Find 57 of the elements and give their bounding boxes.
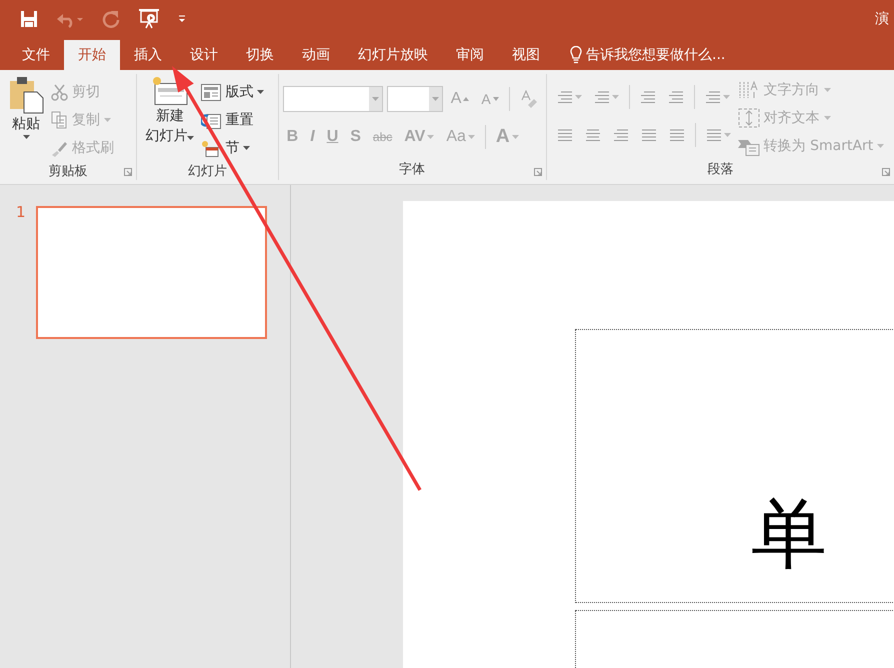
- layout-icon: [201, 84, 222, 100]
- copy-icon: [51, 111, 68, 129]
- lightbulb-icon: [570, 46, 582, 64]
- columns-icon[interactable]: [706, 128, 722, 142]
- caret-icon: [574, 95, 582, 99]
- font-size-field[interactable]: [387, 86, 443, 112]
- paintbrush-icon: [51, 140, 68, 156]
- ribbon-tab[interactable]: 文件: [8, 40, 64, 70]
- scissors-icon: [51, 84, 68, 100]
- down-caret-icon: [492, 97, 499, 101]
- redo-icon[interactable]: [100, 8, 122, 30]
- slide-command[interactable]: 版式: [198, 78, 268, 106]
- justify-icon[interactable]: [640, 128, 657, 142]
- align-center-icon[interactable]: [584, 128, 601, 142]
- customize-icon[interactable]: [176, 13, 188, 25]
- clipboard-icon: [8, 76, 44, 114]
- group-label: 幻灯片: [188, 163, 227, 180]
- group-label: 字体: [399, 161, 426, 178]
- window-title: 演: [875, 10, 890, 28]
- group-label: 段落: [707, 161, 734, 178]
- caret-icon: [187, 136, 194, 140]
- distribute-icon[interactable]: [668, 128, 685, 142]
- ribbon-tab[interactable]: 插入: [120, 40, 176, 70]
- new-slide-icon: [150, 76, 189, 106]
- presentation-icon[interactable]: [136, 7, 162, 31]
- font-name-field[interactable]: [282, 86, 384, 112]
- slide-number: 1: [16, 203, 26, 221]
- slide-title: 单: [751, 490, 827, 580]
- caret-icon: [432, 97, 439, 101]
- dialog-launcher-icon[interactable]: [882, 168, 890, 176]
- align-text-icon: [738, 108, 760, 128]
- align-right-icon[interactable]: [612, 128, 629, 142]
- section-icon: [201, 140, 222, 156]
- caret-icon: [22, 135, 30, 139]
- ribbon-tab[interactable]: 开始: [64, 40, 120, 70]
- title-placeholder[interactable]: 单: [575, 329, 894, 603]
- caret-icon: [612, 95, 619, 99]
- ribbon-tab[interactable]: 视图: [498, 40, 554, 70]
- tell-me-search[interactable]: 告诉我您想要做什么...: [564, 40, 732, 70]
- caret-icon: [722, 95, 730, 99]
- caret-icon: [372, 97, 380, 101]
- tell-me-text: 告诉我您想要做什么...: [586, 46, 726, 64]
- slide-thumbnail[interactable]: [36, 206, 267, 339]
- dialog-launcher-icon[interactable]: [534, 168, 542, 176]
- dialog-launcher-icon[interactable]: [124, 168, 132, 176]
- align-left-icon[interactable]: [556, 128, 573, 142]
- save-icon[interactable]: [18, 8, 40, 30]
- ribbon-tab[interactable]: 动画: [288, 40, 344, 70]
- group-label: 剪贴板: [48, 163, 88, 180]
- ribbon-tab[interactable]: 设计: [176, 40, 232, 70]
- text-direction-icon: [738, 80, 760, 100]
- ribbon-tab[interactable]: 审阅: [442, 40, 498, 70]
- up-caret-icon: [463, 97, 470, 101]
- ribbon-tab[interactable]: 幻灯片放映: [344, 40, 442, 70]
- ribbon-tab[interactable]: 切换: [232, 40, 288, 70]
- paste-button[interactable]: 粘贴: [4, 74, 48, 162]
- caret-icon: [724, 133, 731, 137]
